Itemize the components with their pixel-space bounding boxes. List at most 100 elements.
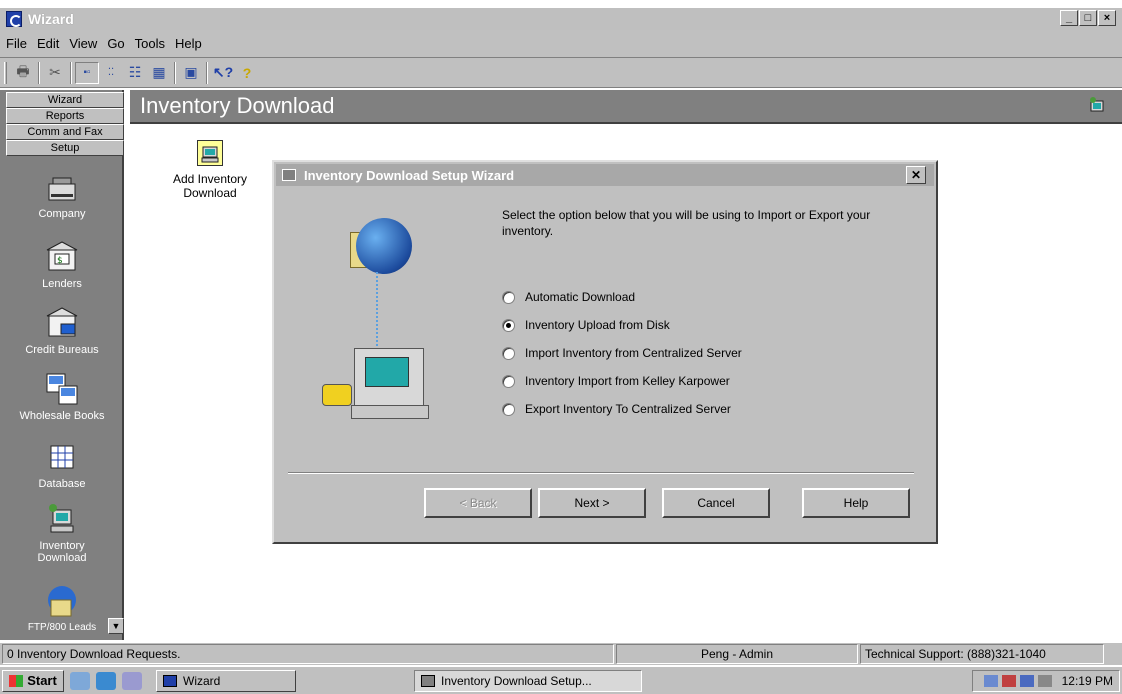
option-label: Import Inventory from Centralized Server [525,346,742,360]
option-inventory-upload-from-disk[interactable]: Inventory Upload from Disk [502,318,670,332]
dialog-window-icon [282,169,296,181]
option-import-from-centralized-server[interactable]: Import Inventory from Centralized Server [502,346,742,360]
menu-view[interactable]: View [69,36,97,51]
task-label: Wizard [183,673,221,688]
speaker-icon[interactable] [1037,674,1052,687]
wizard-app-icon [163,674,177,687]
help-button[interactable]: Help [802,488,910,518]
nav-scroll-down-button[interactable]: ▼ [108,618,124,634]
lenders-icon: $ [45,240,79,274]
dialog-title: Inventory Download Setup Wizard [304,167,515,183]
nav-item-label: Lenders [42,278,82,290]
start-button[interactable]: Start [2,669,64,692]
task-label: Inventory Download Setup... [441,673,592,688]
status-user: Peng - Admin [616,644,858,664]
help-pointer-icon[interactable]: ↖? [211,62,235,84]
radio-button[interactable] [502,374,515,388]
menu-bar: File Edit View Go Tools Help [0,30,1122,58]
clock[interactable]: 12:19 PM [1062,674,1113,688]
back-button[interactable]: < Back [424,488,532,518]
nav-item-ftp-800-leads[interactable]: FTP/800 Leads [0,584,124,633]
nav-section-setup[interactable]: Setup [6,140,124,156]
toolbar-grip[interactable] [4,61,7,84]
nav-item-label: Credit Bureaus [25,344,99,356]
menu-file[interactable]: File [6,36,27,51]
nav-item-inventory-download[interactable]: Inventory Download [0,502,124,564]
nav-item-label: FTP/800 Leads [27,622,97,633]
database-icon [45,440,79,474]
quicklaunch-desktop-icon[interactable] [70,671,90,690]
svg-text:$: $ [57,256,63,266]
add-inventory-download-icon [197,140,223,166]
status-support: Technical Support: (888)321-1040 [860,644,1104,664]
tray-icon[interactable] [983,674,998,687]
scissors-icon[interactable]: ✂ [43,62,67,84]
monitor-icon[interactable]: ▣ [179,62,203,84]
quicklaunch-browser-icon[interactable] [96,671,116,690]
taskbar-task-wizard[interactable]: Wizard [156,669,296,692]
close-button[interactable]: × [1098,10,1116,26]
toolbar-separator [174,61,176,84]
tray-icon[interactable] [1001,674,1016,687]
quicklaunch-channels-icon[interactable] [122,671,142,690]
radio-button[interactable] [502,402,515,416]
setup-wizard-dialog: Inventory Download Setup Wizard ✕ Select… [272,160,938,544]
option-label: Export Inventory To Centralized Server [525,402,731,416]
menu-help[interactable]: Help [175,36,202,51]
page-title: Inventory Download [140,93,335,118]
option-label: Automatic Download [525,290,636,304]
nav-item-label: Wholesale Books [19,410,105,422]
toolbar-separator [206,61,208,84]
radio-button[interactable] [502,290,515,304]
content-header: Inventory Download [130,90,1122,124]
inventory-download-header-icon [1088,96,1108,116]
toolbar-separator [38,61,40,84]
large-icons-icon[interactable]: ▪▫ [75,61,99,84]
option-label: Inventory Import from Kelley Karpower [525,374,730,388]
nav-section-reports[interactable]: Reports [6,108,124,124]
nav-item-lenders[interactable]: $ Lenders [0,240,124,290]
printer-icon[interactable]: 🖶 [11,62,35,84]
app-icon[interactable] [6,11,22,27]
top-sliver [0,0,1122,8]
nav-item-credit-bureaus[interactable]: Credit Bureaus [0,306,124,356]
nav-item-company[interactable]: Company [0,170,124,220]
status-requests: 0 Inventory Download Requests. [2,644,614,664]
nav-section-comm-and-fax[interactable]: Comm and Fax [6,124,124,140]
radio-button[interactable] [502,346,515,360]
next-button[interactable]: Next > [538,488,646,518]
radio-button[interactable] [502,318,515,332]
nav-section-wizard[interactable]: Wizard [6,92,124,108]
dialog-close-button[interactable]: ✕ [906,166,926,184]
maximize-button[interactable]: □ [1079,10,1097,26]
dialog-title-bar[interactable]: Inventory Download Setup Wizard [276,164,934,186]
tray-icon[interactable] [1019,674,1034,687]
cancel-button[interactable]: Cancel [662,488,770,518]
left-navigation: Wizard Reports Comm and Fax Setup Compan… [0,90,124,640]
list-icon[interactable]: ☷ [123,62,147,84]
dialog-divider [288,472,914,474]
toolbar-separator [70,61,72,84]
menu-edit[interactable]: Edit [37,36,59,51]
nav-item-wholesale-books[interactable]: Wholesale Books [0,372,124,422]
option-export-to-centralized-server[interactable]: Export Inventory To Centralized Server [502,402,731,416]
inventory-download-icon [45,502,79,536]
dialog-app-icon [421,674,435,687]
status-bar: 0 Inventory Download Requests. Peng - Ad… [0,643,1122,665]
question-icon[interactable]: ? [235,62,259,84]
window-title-bar[interactable]: Wizard _ □ × [0,8,1122,30]
details-icon[interactable]: ▦ [147,62,171,84]
globe-illustration [356,218,412,274]
menu-tools[interactable]: Tools [135,36,165,51]
small-icons-icon[interactable]: ⁚⁚ [99,62,123,84]
system-tray: 12:19 PM [972,669,1120,692]
option-automatic-download[interactable]: Automatic Download [502,290,635,304]
menu-go[interactable]: Go [107,36,124,51]
computer-illustration [351,348,429,419]
windows-logo-icon [9,674,24,687]
minimize-button[interactable]: _ [1060,10,1078,26]
taskbar-task-setup-wizard[interactable]: Inventory Download Setup... [414,669,642,692]
option-import-from-kelley-karpower[interactable]: Inventory Import from Kelley Karpower [502,374,730,388]
add-inventory-download-item[interactable]: Add Inventory Download [160,140,260,200]
nav-item-database[interactable]: Database [0,440,124,490]
